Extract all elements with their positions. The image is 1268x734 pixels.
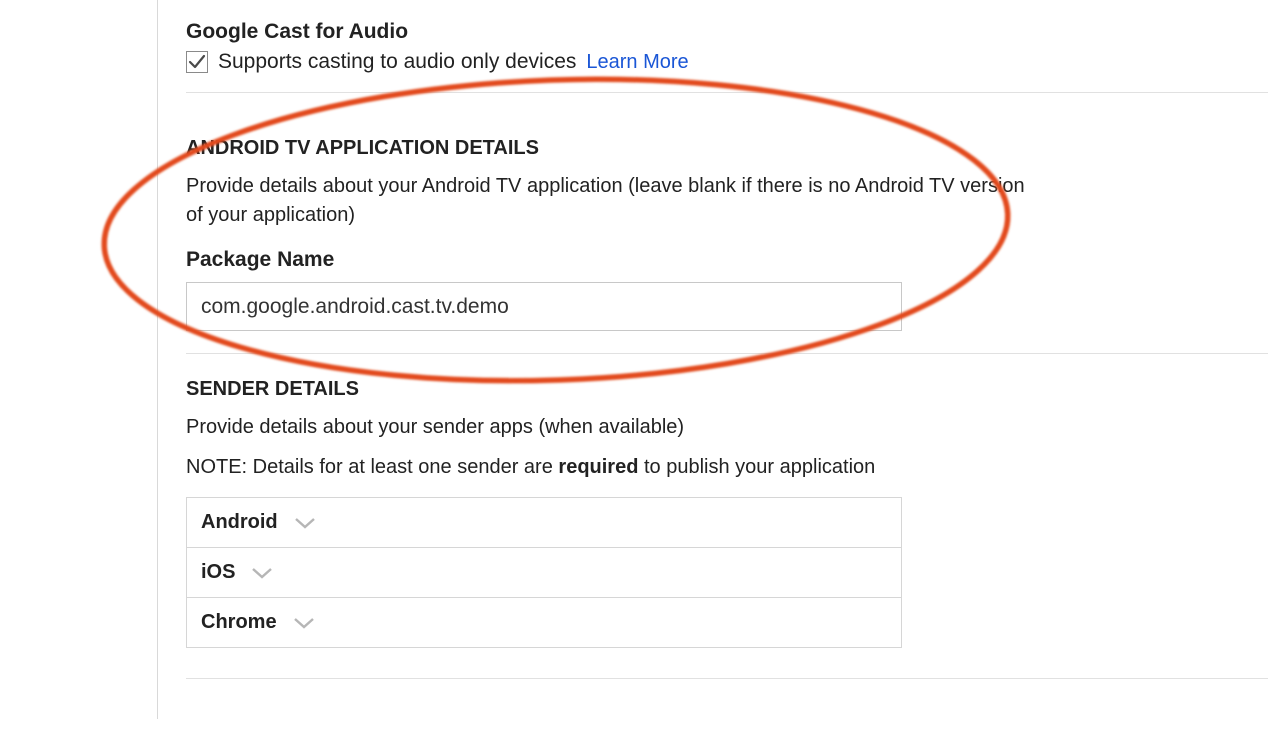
chevron-down-icon — [251, 566, 273, 580]
chevron-down-icon — [294, 516, 316, 530]
sender-note-suffix: to publish your application — [638, 456, 875, 478]
learn-more-link[interactable]: Learn More — [586, 51, 688, 74]
cast-audio-checkbox-label: Supports casting to audio only devices — [218, 50, 576, 74]
package-name-input[interactable] — [186, 282, 902, 331]
platform-label: Chrome — [201, 611, 277, 634]
package-name-label: Package Name — [186, 248, 1268, 272]
sender-heading: SENDER DETAILS — [186, 378, 1268, 401]
section-sender-details: SENDER DETAILS Provide details about you… — [186, 378, 1268, 668]
sender-description: Provide details about your sender apps (… — [186, 413, 1026, 442]
cast-audio-checkbox[interactable] — [186, 51, 208, 73]
divider — [186, 678, 1268, 679]
platform-label: iOS — [201, 561, 235, 584]
chevron-down-icon — [293, 616, 315, 630]
cast-audio-title: Google Cast for Audio — [186, 20, 1268, 44]
android-tv-heading: ANDROID TV APPLICATION DETAILS — [186, 137, 1268, 160]
sender-note-prefix: NOTE: Details for at least one sender ar… — [186, 456, 558, 478]
sender-item-ios[interactable]: iOS — [187, 548, 901, 598]
platform-label: Android — [201, 511, 278, 534]
sender-note: NOTE: Details for at least one sender ar… — [186, 456, 1268, 479]
section-android-tv: ANDROID TV APPLICATION DETAILS Provide d… — [186, 137, 1268, 351]
divider — [186, 353, 1268, 354]
section-cast-audio: Google Cast for Audio Supports casting t… — [186, 20, 1268, 113]
sender-note-bold: required — [558, 456, 638, 478]
left-divider — [157, 0, 158, 719]
sender-item-chrome[interactable]: Chrome — [187, 598, 901, 648]
divider — [186, 92, 1268, 93]
sender-item-android[interactable]: Android — [187, 498, 901, 548]
sender-platform-list: Android iOS Chrome — [186, 497, 902, 648]
android-tv-description: Provide details about your Android TV ap… — [186, 172, 1026, 230]
